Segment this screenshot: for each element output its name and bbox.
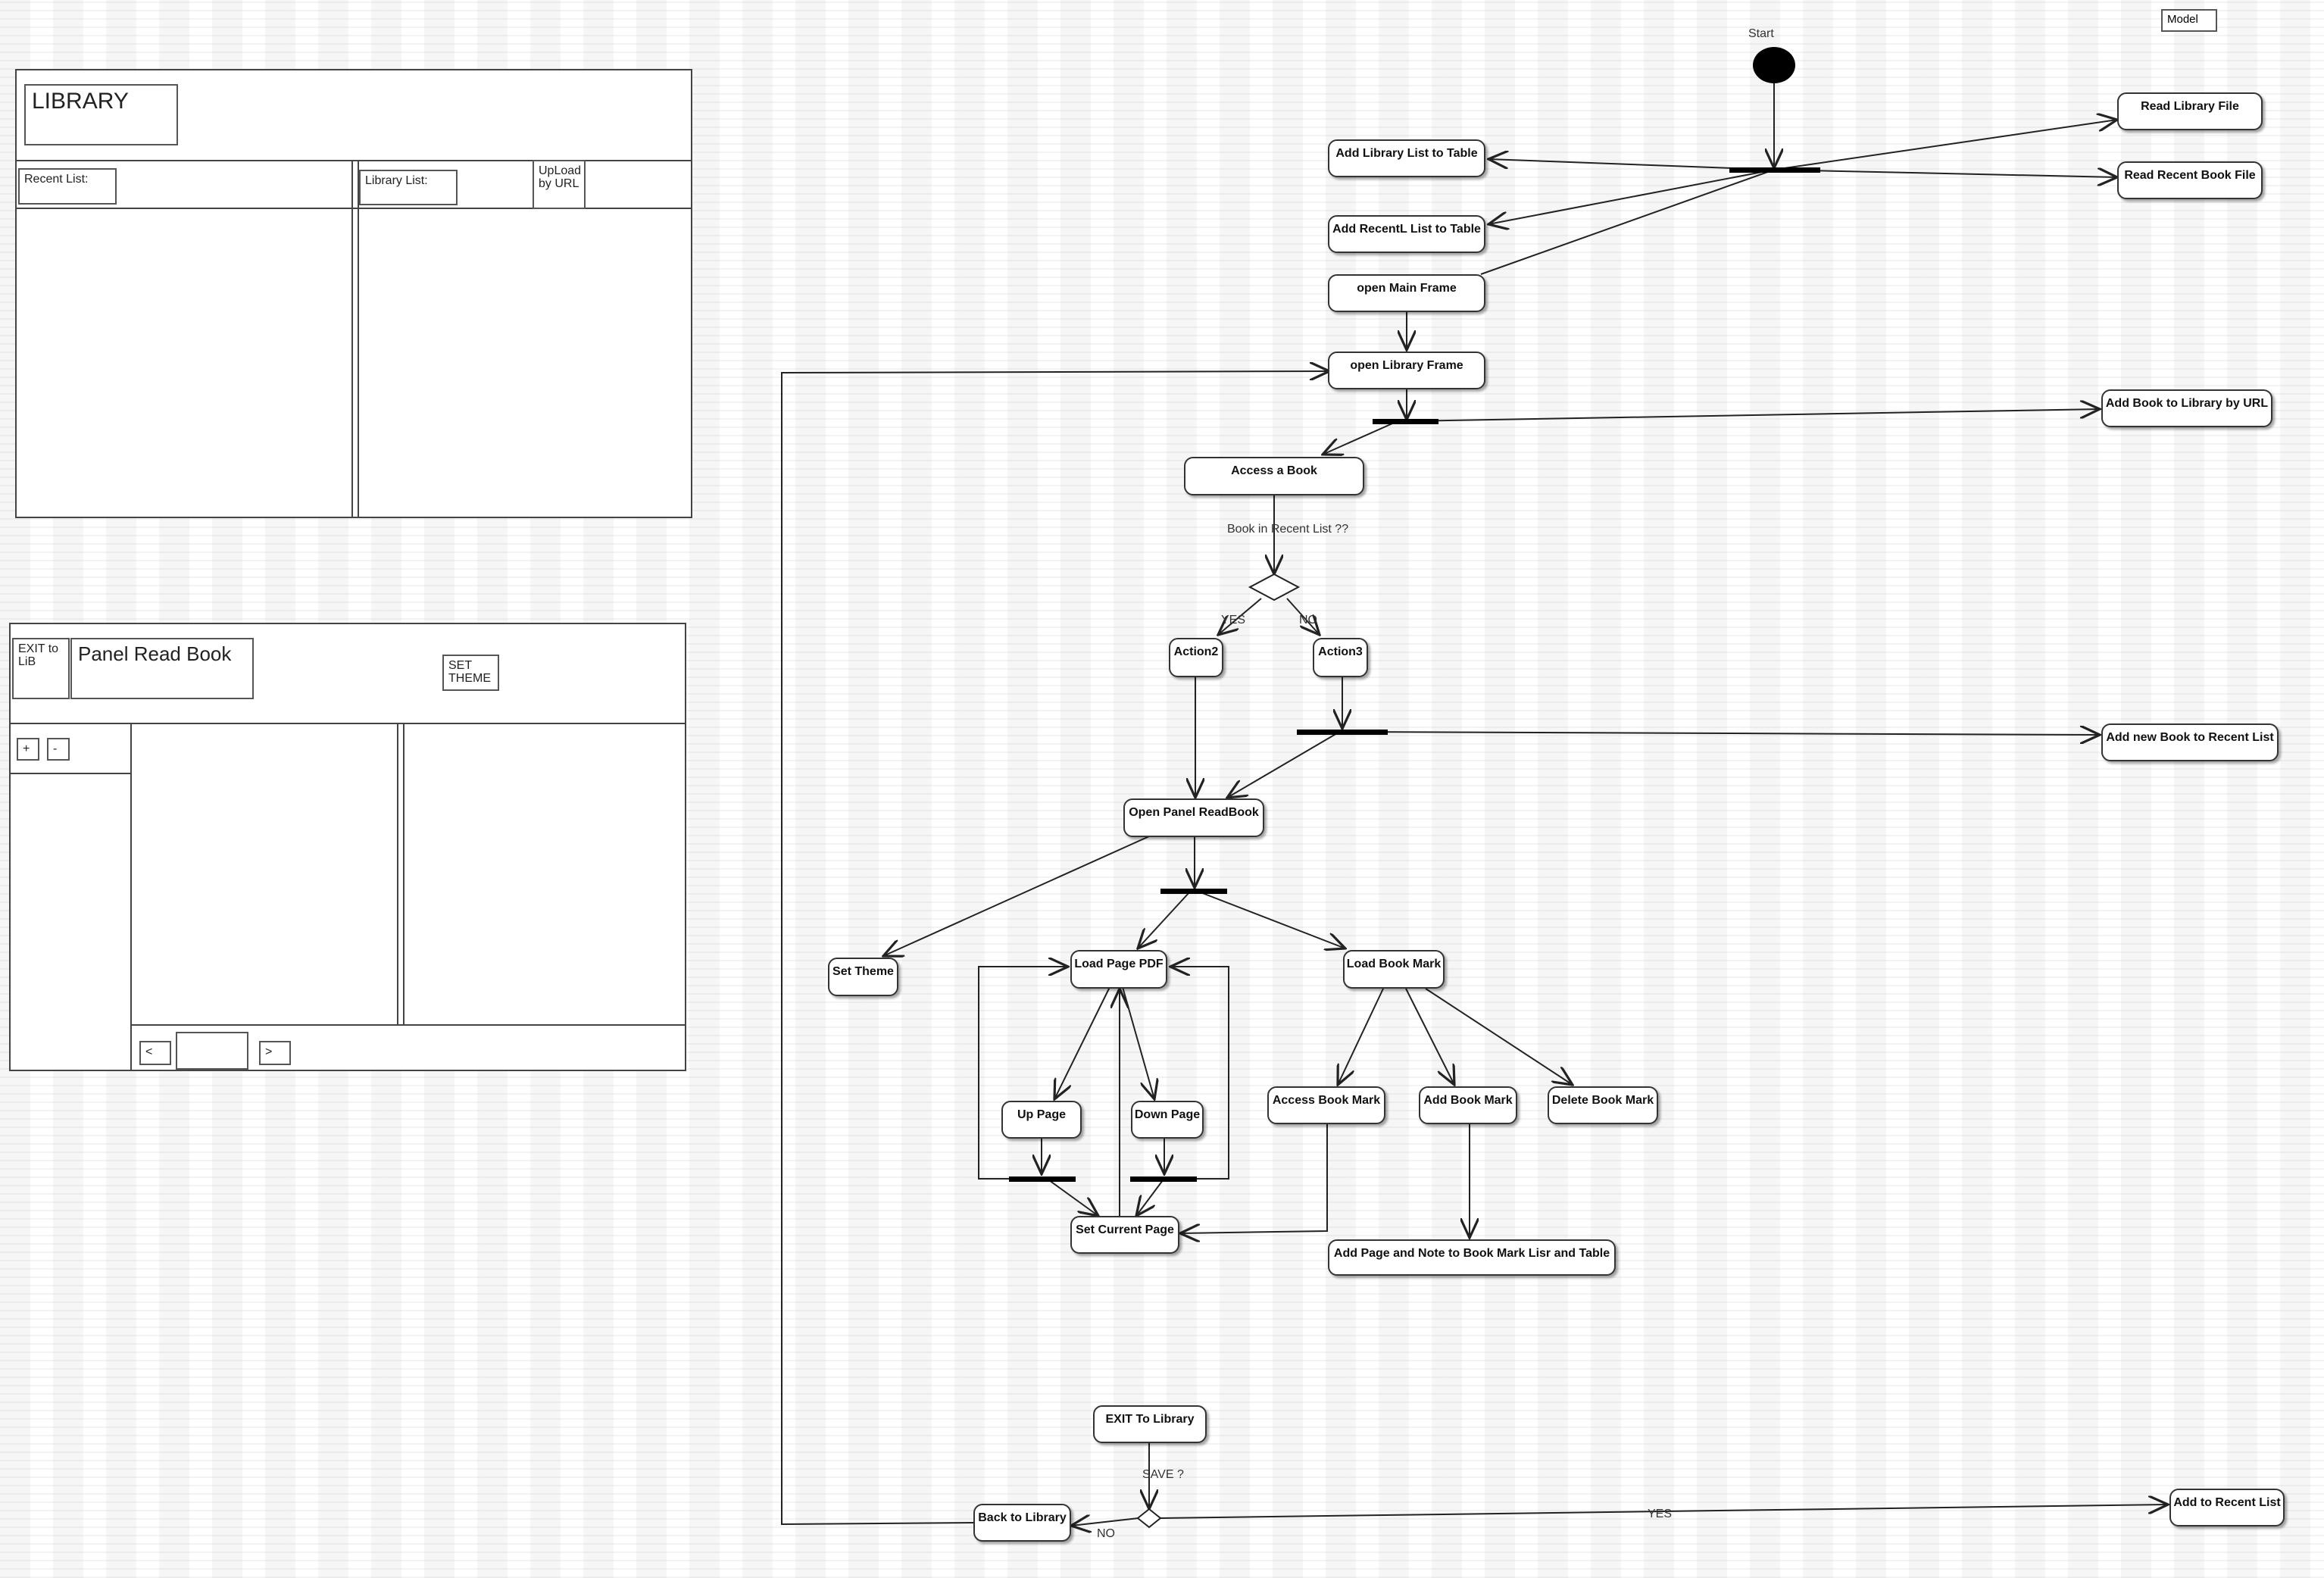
- activity-diagram-connectors: [781, 47, 2324, 1578]
- yes-label-1: YES: [1221, 614, 1246, 627]
- node-add-recent-list[interactable]: Add RecentL List to Table: [1328, 215, 1485, 253]
- fork-bar-4: [1160, 889, 1227, 894]
- fork-bar-5: [1009, 1176, 1076, 1182]
- no-label-1: NO: [1299, 614, 1317, 627]
- edge-fork6-loop: [1170, 967, 1229, 1180]
- no-label-2: NO: [1097, 1527, 1115, 1540]
- edge-decision-back: [1071, 1518, 1139, 1526]
- edge-fork2-add-url: [1404, 409, 2100, 422]
- edge-fork5-current: [1048, 1180, 1098, 1216]
- fork-bar-2: [1373, 419, 1438, 424]
- node-add-page-note[interactable]: Add Page and Note to Book Mark Lisr and …: [1328, 1239, 1616, 1276]
- edge-back-library-frame: [781, 371, 1329, 1526]
- node-load-page-pdf[interactable]: Load Page PDF: [1070, 950, 1167, 989]
- edge-fork-add-recent: [1488, 169, 1775, 224]
- node-add-book-url[interactable]: Add Book to Library by URL: [2101, 389, 2272, 427]
- edge-fork3-open-panel: [1227, 733, 1338, 798]
- node-action3[interactable]: Action3: [1313, 638, 1368, 677]
- start-node: [1753, 47, 1795, 83]
- node-back-to-library[interactable]: Back to Library: [973, 1504, 1071, 1542]
- fork-bar-6: [1130, 1176, 1197, 1182]
- edge-fork4-bookmark: [1200, 892, 1345, 948]
- node-open-panel[interactable]: Open Panel ReadBook: [1123, 798, 1264, 837]
- node-add-library-list[interactable]: Add Library List to Table: [1328, 139, 1485, 177]
- node-down-page[interactable]: Down Page: [1131, 1101, 1204, 1139]
- edge-fork-read-library: [1773, 120, 2117, 170]
- node-up-page[interactable]: Up Page: [1001, 1101, 1082, 1139]
- node-add-book-mark[interactable]: Add Book Mark: [1419, 1086, 1517, 1124]
- edge-panel-set-theme: [883, 836, 1150, 956]
- book-in-recent-label: Book in Recent List ??: [1227, 523, 1349, 536]
- node-exit-to-library[interactable]: EXIT To Library: [1093, 1405, 1207, 1443]
- node-access-book[interactable]: Access a Book: [1184, 457, 1364, 495]
- node-delete-book-mark[interactable]: Delete Book Mark: [1548, 1086, 1658, 1124]
- node-open-library-frame[interactable]: open Library Frame: [1328, 352, 1485, 389]
- node-load-book-mark[interactable]: Load Book Mark: [1343, 950, 1445, 989]
- node-read-library-file[interactable]: Read Library File: [2117, 92, 2263, 130]
- node-set-current-page[interactable]: Set Current Page: [1070, 1216, 1179, 1254]
- edge-bookmark-access: [1338, 988, 1384, 1085]
- save-label: SAVE ?: [1142, 1468, 1184, 1481]
- fork-bar-1: [1729, 167, 1820, 173]
- edge-fork2-access: [1323, 420, 1398, 455]
- node-add-to-recent[interactable]: Add to Recent List: [2169, 1489, 2285, 1526]
- edge-fork-read-recent: [1773, 170, 2117, 177]
- decision-book-in-recent: [1248, 573, 1301, 602]
- fork-bar-3: [1297, 730, 1388, 735]
- node-set-theme[interactable]: Set Theme: [828, 958, 898, 996]
- edge-fork4-load-pdf: [1138, 892, 1190, 948]
- node-add-new-recent[interactable]: Add new Book to Recent List: [2101, 723, 2279, 761]
- edge-pdf-up: [1054, 986, 1110, 1099]
- edge-fork6-current: [1136, 1180, 1164, 1216]
- decision-save: [1136, 1508, 1162, 1529]
- edge-fork3-add-recent: [1342, 732, 2100, 735]
- node-access-book-mark[interactable]: Access Book Mark: [1267, 1086, 1385, 1124]
- node-read-recent-book-file[interactable]: Read Recent Book File: [2117, 161, 2263, 199]
- start-label: Start: [1748, 27, 1774, 40]
- edge-fork5-loop: [978, 967, 1068, 1180]
- edge-pdf-down: [1122, 986, 1154, 1099]
- yes-label-2: YES: [1648, 1508, 1673, 1520]
- edge-fork-main-frame: [1480, 169, 1775, 275]
- node-action2[interactable]: Action2: [1169, 638, 1223, 677]
- node-open-main-frame[interactable]: open Main Frame: [1328, 274, 1485, 312]
